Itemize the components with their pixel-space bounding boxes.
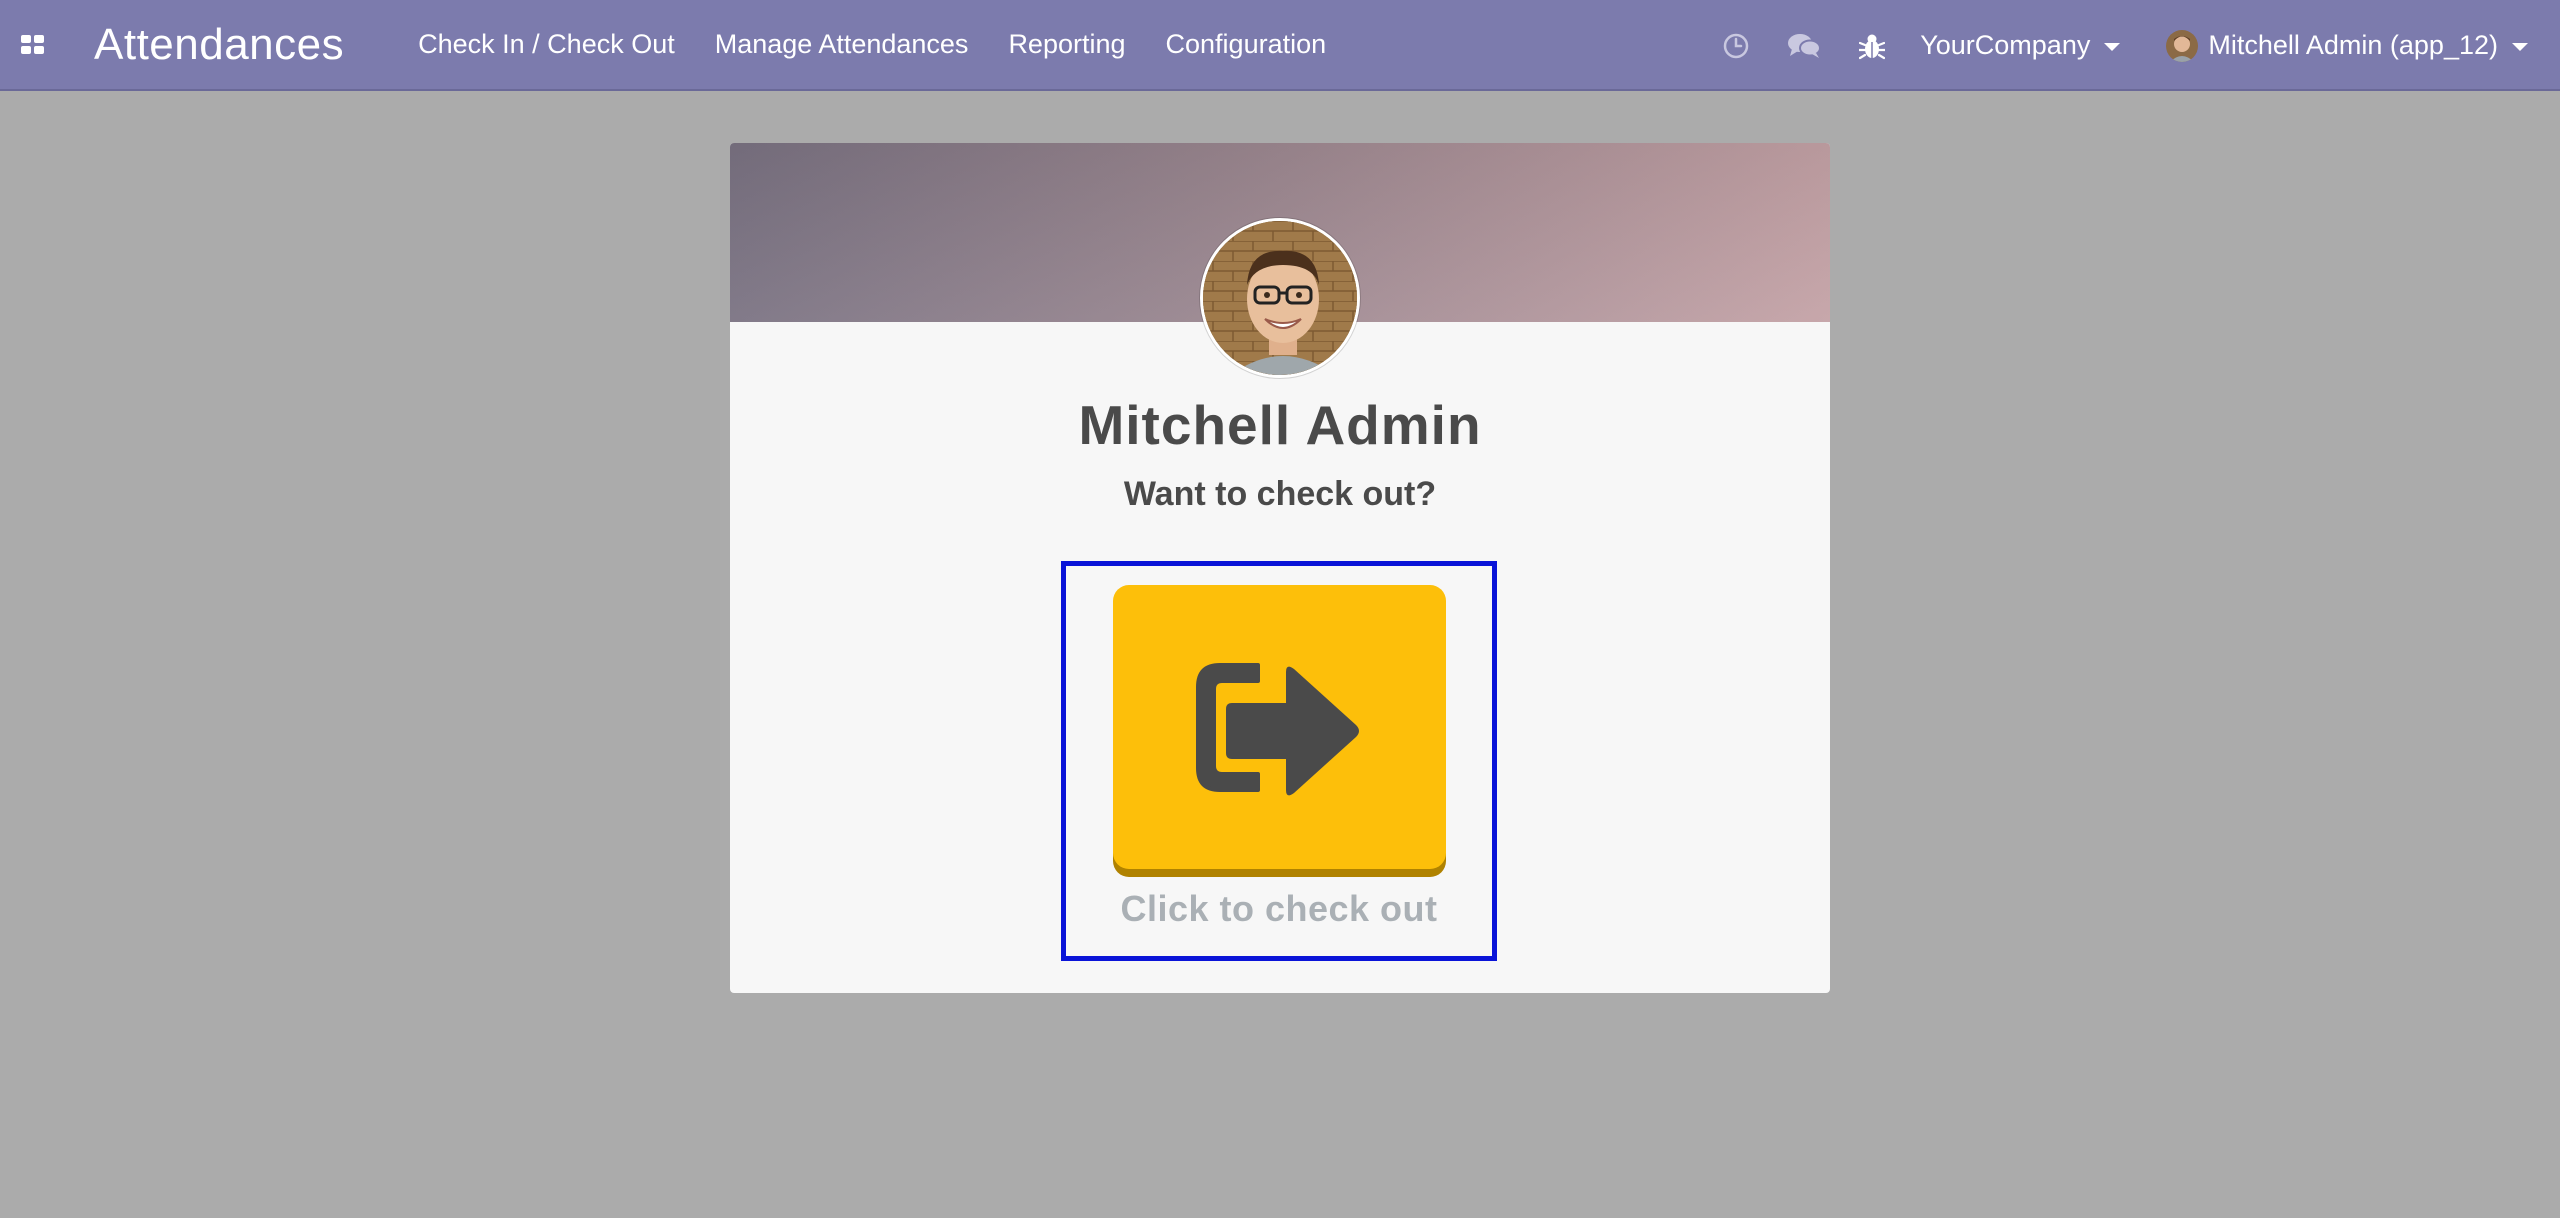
apps-icon xyxy=(20,35,44,54)
app-title: Attendances xyxy=(94,19,345,69)
chevron-down-icon xyxy=(2512,42,2528,51)
chevron-down-icon xyxy=(2104,42,2121,51)
menu-item-manage-attendances[interactable]: Manage Attendances xyxy=(695,0,989,90)
activity-button[interactable] xyxy=(1702,0,1770,91)
menu-item-check-in-check-out[interactable]: Check In / Check Out xyxy=(404,0,695,90)
employee-avatar xyxy=(1200,218,1360,378)
check-out-label[interactable]: Click to check out xyxy=(1061,888,1497,930)
menu-item-reporting[interactable]: Reporting xyxy=(988,0,1145,90)
apps-menu-button[interactable] xyxy=(0,0,64,90)
messaging-button[interactable] xyxy=(1770,0,1838,91)
employee-name: Mitchell Admin xyxy=(1078,394,1482,456)
check-out-button[interactable] xyxy=(1113,585,1446,869)
chat-icon xyxy=(1788,33,1822,58)
check-out-prompt: Want to check out? xyxy=(1123,475,1437,513)
sign-out-icon xyxy=(1195,662,1359,795)
top-navbar: Attendances Check In / Check Out Manage … xyxy=(0,0,2560,91)
company-switcher[interactable]: YourCompany xyxy=(1906,0,2146,91)
user-avatar xyxy=(2166,29,2199,62)
menu-item-configuration[interactable]: Configuration xyxy=(1146,0,1347,90)
clock-icon xyxy=(1723,33,1749,58)
user-menu[interactable]: Mitchell Admin (app_12) xyxy=(2146,0,2560,91)
company-name: YourCompany xyxy=(1920,30,2091,60)
main-menu: Check In / Check Out Manage Attendances … xyxy=(404,0,1346,90)
systray: YourCompany Mitchell Admin (app_12) xyxy=(1702,0,2560,91)
bug-icon xyxy=(1859,34,1886,59)
debug-button[interactable] xyxy=(1838,0,1906,91)
user-name: Mitchell Admin (app_12) xyxy=(2208,30,2498,60)
attendance-card: Mitchell Admin Want to check out? Click … xyxy=(730,143,1830,993)
